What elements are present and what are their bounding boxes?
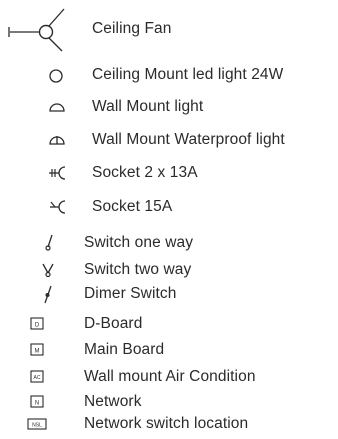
switch-one-way-icon	[42, 233, 58, 253]
svg-text:M: M	[35, 349, 40, 355]
legend-label: Switch one way	[84, 234, 194, 251]
legend-item-ceiling-fan: Ceiling Fan	[0, 8, 338, 52]
ceiling-fan-icon	[6, 8, 72, 52]
legend-item-main-board: M Main Board	[0, 340, 338, 360]
svg-text:D: D	[35, 323, 40, 329]
legend-item-network: N Network	[0, 392, 338, 412]
circle-icon	[48, 65, 64, 85]
legend-label: Socket 15A	[92, 198, 173, 215]
legend-item-d-board: D D-Board	[0, 314, 338, 334]
svg-text:AC: AC	[34, 375, 41, 381]
legend-label: Ceiling Mount led light 24W	[92, 66, 284, 83]
svg-text:NSL: NSL	[32, 423, 42, 429]
legend-label: Main Board	[84, 341, 165, 358]
box-d-icon: D	[29, 314, 45, 334]
half-circle-icon	[48, 97, 66, 117]
legend-item-dimmer-switch: Dimer Switch	[0, 284, 338, 304]
legend-label: Ceiling Fan	[92, 20, 172, 37]
legend-item-switch-one-way: Switch one way	[0, 233, 338, 253]
half-circle-cross-icon	[48, 130, 66, 150]
legend-label: Switch two way	[84, 261, 192, 278]
legend-label: Wall Mount light	[92, 98, 204, 115]
box-n-icon: N	[29, 392, 45, 412]
socket-double-icon	[46, 163, 68, 183]
box-m-icon: M	[29, 340, 45, 360]
legend-label: Wall mount Air Condition	[84, 368, 256, 385]
legend-label: Wall Mount Waterproof light	[92, 131, 285, 148]
legend-label: Dimer Switch	[84, 285, 177, 302]
dimmer-switch-icon	[40, 284, 56, 304]
legend-item-socket-single: Socket 15A	[0, 197, 338, 217]
legend-item-switch-two-way: Switch two way	[0, 260, 338, 280]
legend-item-network-switch-location: NSL Network switch location	[0, 414, 338, 434]
legend-item-socket-double: Socket 2 x 13A	[0, 163, 338, 183]
legend-label: D-Board	[84, 315, 143, 332]
legend-item-wall-mount-light: Wall Mount light	[0, 97, 338, 117]
legend-item-ceiling-led-light: Ceiling Mount led light 24W	[0, 65, 338, 85]
legend-label: Network switch location	[84, 415, 249, 432]
legend-item-air-condition: AC Wall mount Air Condition	[0, 367, 338, 387]
legend-label: Socket 2 x 13A	[92, 164, 198, 181]
svg-text:N: N	[35, 401, 39, 407]
symbol-legend: Ceiling Fan Ceiling Mount led light 24W …	[0, 0, 338, 439]
box-nsl-icon: NSL	[26, 414, 48, 434]
switch-two-way-icon	[40, 260, 56, 280]
legend-label: Network	[84, 393, 142, 410]
box-ac-icon: AC	[29, 367, 45, 387]
socket-single-icon	[46, 197, 68, 217]
legend-item-wall-mount-waterproof-light: Wall Mount Waterproof light	[0, 130, 338, 150]
